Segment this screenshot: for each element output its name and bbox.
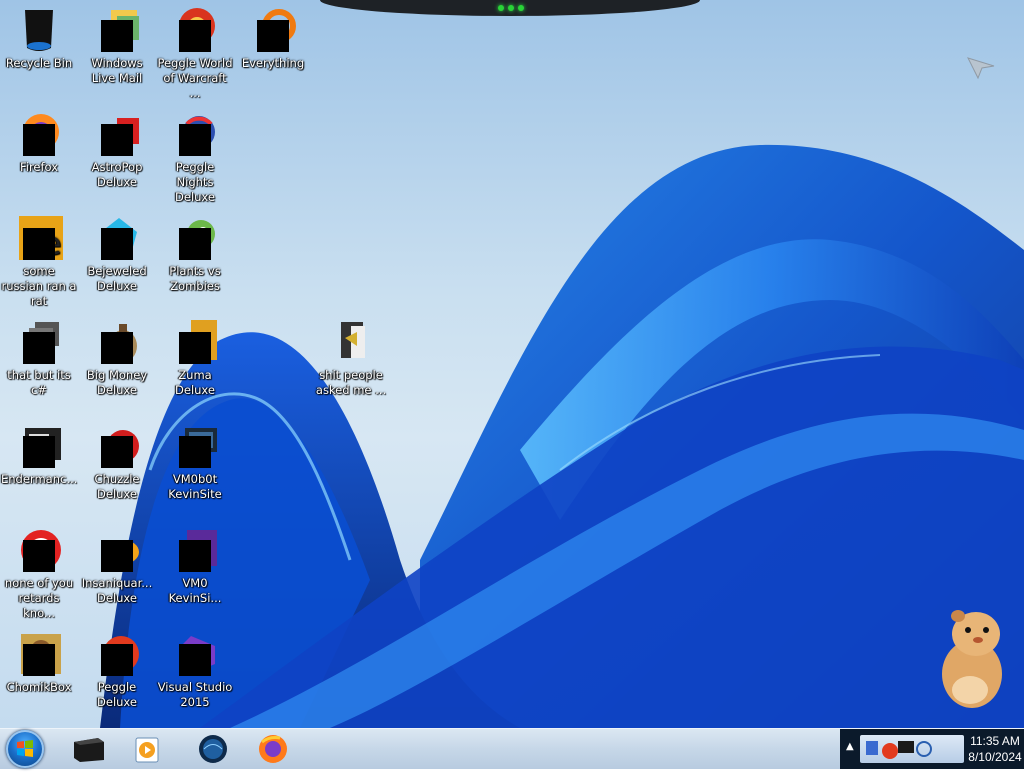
hamster-gadget[interactable] (930, 600, 1010, 710)
icon-label: Visual Studio 2015 (157, 680, 233, 709)
chomikbox-icon (15, 630, 63, 678)
icon-label: VM0 KevinSi... (168, 576, 222, 605)
tray-red-icon[interactable] (882, 743, 898, 759)
desktop-icon-that-but-its-csharp[interactable]: that but its c# (0, 318, 78, 398)
plants-vs-zombies-icon (171, 214, 219, 262)
desktop-icon-windows-live-mail[interactable]: Windows Live Mail (78, 6, 156, 86)
insaniquarium-icon (93, 526, 141, 574)
icon-label: Peggle Nights Deluxe (175, 160, 215, 204)
windows-live-mail-icon (93, 6, 141, 54)
show-hidden-icons-chevron-icon[interactable]: ▲ (846, 741, 854, 752)
desktop-icon-zuma[interactable]: Zuma Deluxe (156, 318, 234, 398)
astropop-icon (93, 110, 141, 158)
status-leds (498, 5, 524, 11)
desktop-icon-none-of-you[interactable]: none of you retards kno... (0, 526, 78, 621)
black-box-icon (74, 738, 104, 762)
icon-label: Recycle Bin (5, 56, 73, 70)
rat-app-icon: e (15, 214, 63, 262)
visual-studio-icon (171, 630, 219, 678)
icon-label: Firefox (19, 160, 59, 174)
bejeweled-icon (93, 214, 141, 262)
zuma-icon (171, 318, 219, 366)
clock-time: 11:35 AM (970, 734, 1020, 748)
clock[interactable]: 11:35 AM 8/10/2024 (964, 733, 1024, 765)
desktop-icon-chomikbox[interactable]: ChomikBox (0, 630, 78, 695)
desktop-icon-visual-studio[interactable]: Visual Studio 2015 (156, 630, 234, 710)
icon-label: that but its c# (7, 368, 71, 397)
icon-label: Peggle World of Warcraft ... (157, 56, 233, 100)
desktop-icon-recycle-bin[interactable]: Recycle Bin (0, 6, 78, 71)
clock-date: 8/10/2024 (968, 750, 1022, 764)
taskbar: ▲ 11:35 AM 8/10/2024 (0, 728, 1024, 769)
taskbar-globe-app[interactable] (190, 732, 236, 766)
icon-label: Plants vs Zombies (169, 264, 221, 293)
red-circle-app-icon (15, 526, 63, 574)
icon-label: Bejeweled Deluxe (87, 264, 147, 293)
icon-label: Everything (241, 56, 305, 70)
desktop-icon-endermanch[interactable]: Endermanc... (0, 422, 78, 487)
icon-label: shit people asked me ... (315, 368, 387, 397)
icon-label: Big Money Deluxe (86, 368, 148, 397)
peggle-wow-icon (171, 6, 219, 54)
desktop-icon-peggle-wow[interactable]: Peggle World of Warcraft ... (156, 6, 234, 101)
desktop-icon-everything[interactable]: Everything (234, 6, 312, 71)
desktop[interactable]: Recycle Bin Firefox e some russian ran a… (0, 0, 1024, 728)
desktop-icon-bejeweled[interactable]: Bejeweled Deluxe (78, 214, 156, 294)
start-orb-icon[interactable] (6, 730, 44, 768)
desktop-icon-astropop[interactable]: AstroPop Deluxe (78, 110, 156, 190)
icon-label: Zuma Deluxe (175, 368, 215, 397)
icon-label: ChomikBox (6, 680, 72, 694)
peggle-nights-icon (171, 110, 219, 158)
icon-label: VM0b0t KevinSite (168, 472, 222, 501)
desktop-icon-vm0b0t-kevinsite[interactable]: VM0b0t KevinSite (156, 422, 234, 502)
desktop-icon-folder[interactable]: shit people asked me ... (312, 318, 390, 398)
chuzzle-icon (93, 422, 141, 470)
desktop-icon-big-money[interactable]: Big Money Deluxe (78, 318, 156, 398)
tray-monitor-icon[interactable] (898, 741, 914, 753)
firefox-icon (259, 735, 287, 763)
vm-monitor-icon (171, 422, 219, 470)
peggle-deluxe-icon (93, 630, 141, 678)
tray-app-icon[interactable] (866, 741, 878, 755)
cursor-icon (967, 57, 995, 80)
console-app-icon (15, 422, 63, 470)
folder-icon (327, 318, 375, 366)
tray-network-icon[interactable] (916, 741, 932, 757)
everything-search-icon (249, 6, 297, 54)
desktop-icon-chuzzle[interactable]: Chuzzle Deluxe (78, 422, 156, 502)
icon-label: Endermanc... (1, 472, 78, 486)
icon-label: some russian ran a rat (1, 264, 77, 308)
taskbar-firefox[interactable] (250, 732, 296, 766)
taskbar-media-player[interactable] (124, 732, 170, 766)
media-player-icon (135, 737, 159, 763)
vm-purple-icon (171, 526, 219, 574)
icon-label: Chuzzle Deluxe (94, 472, 140, 501)
icon-label: none of you retards kno... (4, 576, 74, 620)
desktop-icon-firefox[interactable]: Firefox (0, 110, 78, 175)
recycle-bin-icon (15, 6, 63, 54)
icon-label: Peggle Deluxe (97, 680, 137, 709)
icon-label: AstroPop Deluxe (91, 160, 143, 189)
desktop-icon-rat-app[interactable]: e some russian ran a rat (0, 214, 78, 309)
desktop-icon-peggle-deluxe[interactable]: Peggle Deluxe (78, 630, 156, 710)
tray-icons (860, 735, 964, 763)
desktop-icon-peggle-nights[interactable]: Peggle Nights Deluxe (156, 110, 234, 205)
big-money-icon (93, 318, 141, 366)
windows-stack-icon (15, 318, 63, 366)
taskbar-black-box-app[interactable] (66, 732, 112, 766)
icon-label: Insaniquar... Deluxe (81, 576, 153, 605)
globe-icon (199, 735, 227, 763)
icon-label: Windows Live Mail (91, 56, 143, 85)
firefox-icon (15, 110, 63, 158)
desktop-icon-vm0-kevinsite[interactable]: VM0 KevinSi... (156, 526, 234, 606)
desktop-icon-plants-vs-zombies[interactable]: Plants vs Zombies (156, 214, 234, 294)
system-tray: ▲ 11:35 AM 8/10/2024 (840, 729, 1024, 769)
desktop-icon-insaniquarium[interactable]: Insaniquar... Deluxe (78, 526, 156, 606)
